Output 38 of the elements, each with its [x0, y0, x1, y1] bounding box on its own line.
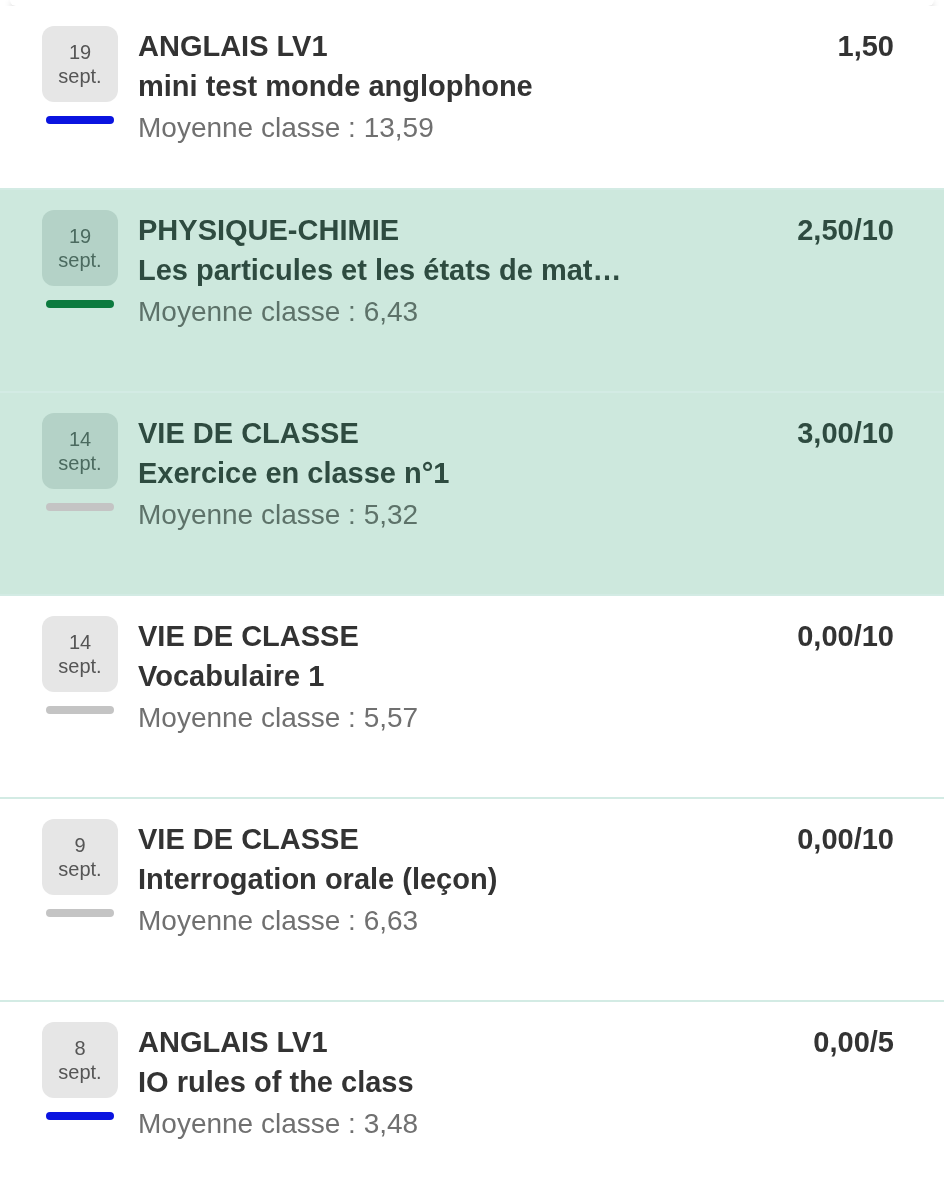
assessment-title: Interrogation orale (leçon) [138, 862, 499, 897]
assessment-title: Vocabulaire 1 [138, 659, 326, 694]
assessment-title: Les particules et les états de mat… [138, 253, 623, 288]
grade-row[interactable]: 19 sept. PHYSIQUE-CHIMIE Les particules et les états de mat… Moyenne classe : 6,43 2,50/10 [0, 190, 944, 393]
date-day: 9 [74, 833, 86, 857]
date-day: 8 [74, 1036, 86, 1060]
date-day: 14 [68, 427, 92, 451]
date-month: sept. [58, 1060, 102, 1084]
class-average: Moyenne classe : 13,59 [138, 111, 435, 145]
grade-row[interactable]: 14 sept. VIE DE CLASSE Exercice en classe n°1 Moyenne classe : 5,32 3,00/10 [0, 393, 944, 596]
subject-name: ANGLAIS LV1 [138, 1025, 329, 1060]
subject-name: VIE DE CLASSE [138, 416, 360, 451]
date-day: 19 [68, 40, 92, 64]
date-month: sept. [58, 451, 102, 475]
class-average: Moyenne classe : 3,48 [138, 1107, 420, 1141]
date-month: sept. [58, 248, 102, 272]
date-month: sept. [58, 857, 102, 881]
grade-value: 0,00/10 [797, 619, 894, 654]
subject-name: VIE DE CLASSE [138, 822, 360, 857]
subject-name: ANGLAIS LV1 [138, 29, 329, 64]
assessment-title: Exercice en classe n°1 [138, 456, 451, 491]
date-month: sept. [58, 64, 102, 88]
class-average: Moyenne classe : 6,43 [138, 295, 420, 329]
subject-name: PHYSIQUE-CHIMIE [138, 213, 401, 248]
grade-value: 0,00/5 [813, 1025, 894, 1060]
assessment-title: mini test monde anglophone [138, 69, 534, 104]
date-month: sept. [58, 654, 102, 678]
grade-value: 0,00/10 [797, 822, 894, 857]
class-average: Moyenne classe : 5,57 [138, 701, 420, 735]
grade-value: 1,50 [837, 29, 894, 64]
class-average: Moyenne classe : 6,63 [138, 904, 420, 938]
subject-name: VIE DE CLASSE [138, 619, 360, 654]
assessment-title: IO rules of the class [138, 1065, 415, 1100]
grade-value: 3,00/10 [797, 416, 894, 451]
grade-value: 2,50/10 [797, 213, 894, 248]
date-day: 14 [68, 630, 92, 654]
class-average: Moyenne classe : 5,32 [138, 498, 420, 532]
date-day: 19 [68, 224, 92, 248]
